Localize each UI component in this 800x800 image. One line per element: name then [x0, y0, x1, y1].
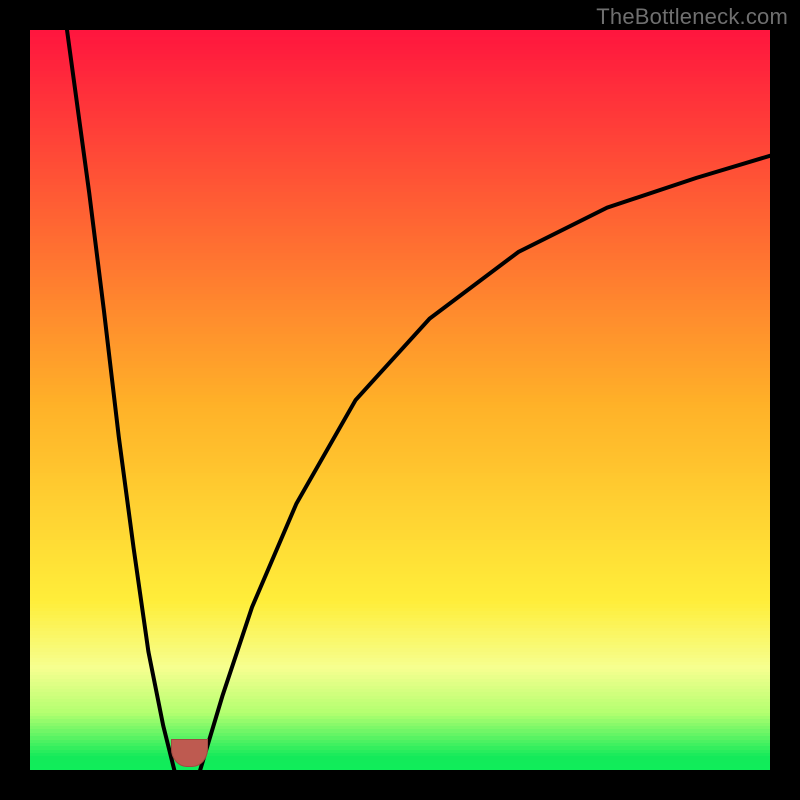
chart-root: TheBottleneck.com	[0, 0, 800, 800]
watermark-text: TheBottleneck.com	[596, 4, 788, 30]
curve-layer	[30, 30, 770, 770]
curve-left-path	[67, 30, 174, 770]
curve-right-path	[200, 156, 770, 770]
plot-area	[30, 30, 770, 770]
min-marker	[171, 739, 208, 767]
